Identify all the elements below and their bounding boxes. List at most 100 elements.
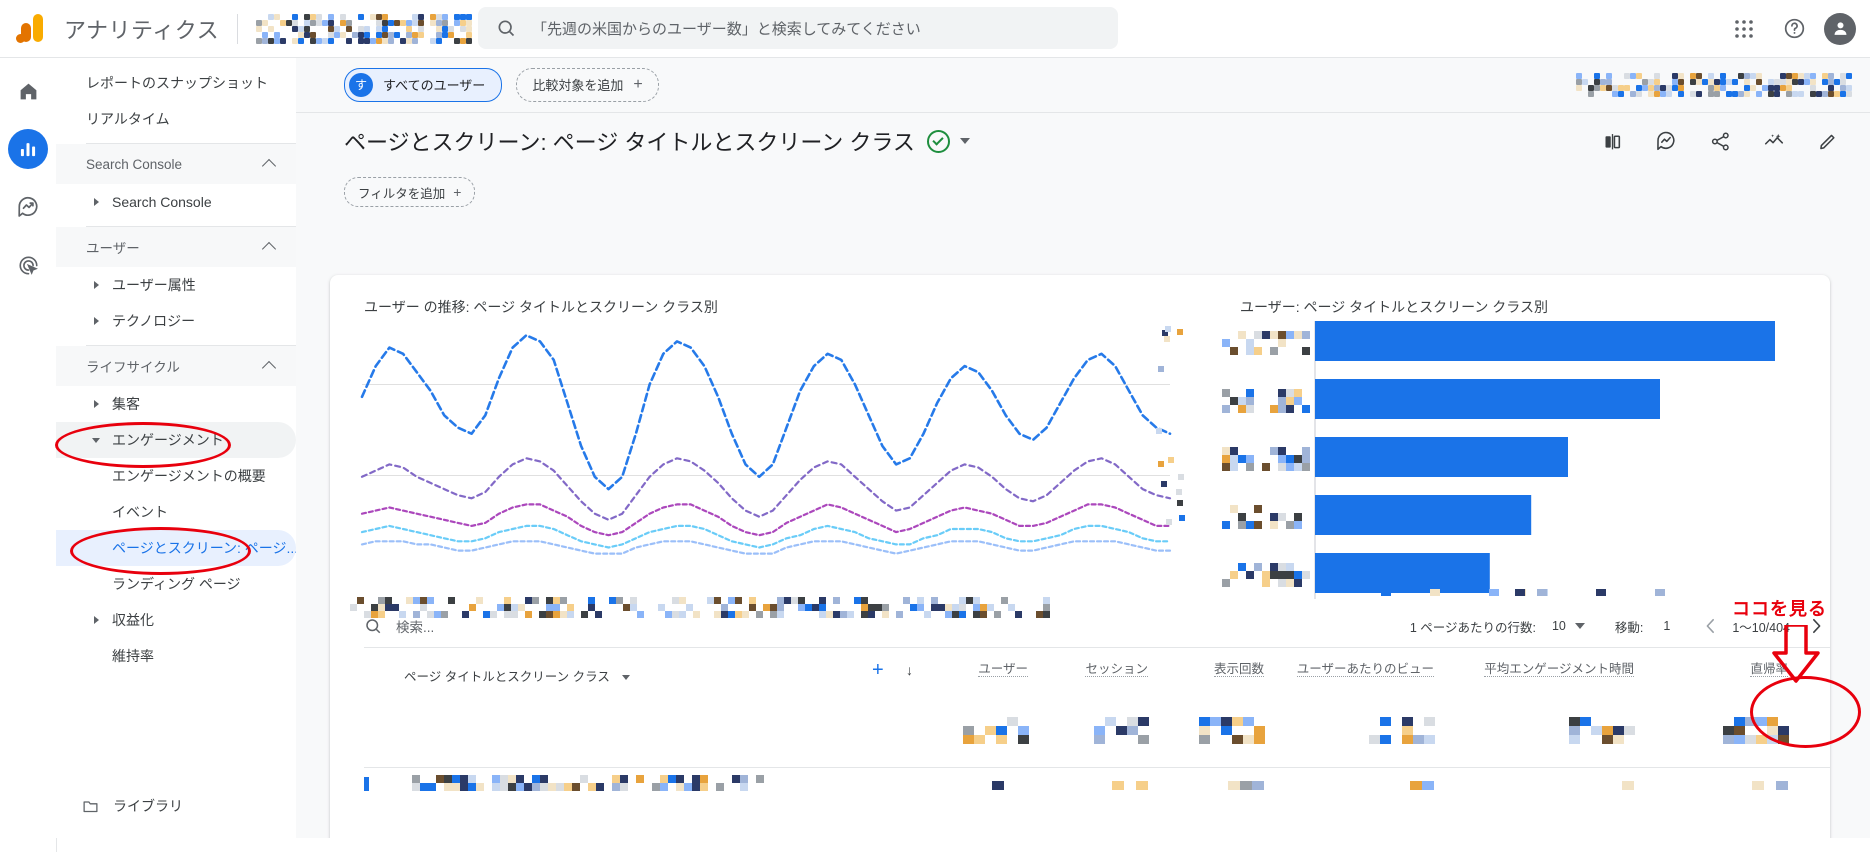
ga-reports-page: アナリティクス 「先週の米国からのユーザー数」と検索してみてください レポートの…	[0, 0, 1870, 852]
add-comparison-label: 比較対象を追加	[532, 78, 624, 93]
column-header-dimension[interactable]: ページ タイトルとスクリーン クラス	[404, 669, 631, 686]
sidebar-section-label: Search Console	[86, 156, 183, 172]
line-chart[interactable]	[350, 317, 1190, 607]
sidebar-item-tech[interactable]: テクノロジー	[56, 303, 296, 339]
annotation-ellipse-engagement	[55, 422, 231, 468]
column-header-views[interactable]: 表示回数	[1160, 661, 1264, 678]
add-filter-button[interactable]: フィルタを追加 +	[344, 177, 476, 207]
sidebar-item-search-console[interactable]: Search Console	[56, 184, 296, 220]
sidebar-item-label: ユーザー属性	[112, 277, 196, 293]
chevron-down-icon	[622, 675, 631, 681]
report-card: ユーザー の推移: ページ タイトルとスクリーン クラス別 ユーザー: ページ …	[330, 275, 1830, 838]
sidebar-section-lifecycle[interactable]: ライフサイクル	[56, 346, 296, 386]
table-row-divider	[364, 767, 1830, 768]
segment-avatar: す	[349, 72, 373, 97]
page-title: ページとスクリーン: ページ タイトルとスクリーン クラス	[344, 130, 915, 155]
brand-title: アナリティクス	[64, 17, 220, 43]
sidebar-item-label: Search Console	[112, 194, 212, 210]
page-title-chevron-down-icon[interactable]	[959, 138, 970, 144]
table-search-input[interactable]: 検索...	[396, 616, 434, 636]
column-header-users[interactable]: ↓ ユーザー	[906, 661, 1028, 678]
sidebar-item-label: レポートのスナップショット	[86, 75, 268, 91]
home-icon	[20, 83, 36, 99]
avatar[interactable]	[1824, 12, 1856, 45]
segment-chip-all-users[interactable]: す すべてのユーザー	[344, 67, 503, 102]
annotation-text-koko-wo-miru: ココを見る	[1732, 599, 1827, 619]
sidebar-item-label: 集客	[112, 396, 140, 412]
column-header-views-per-user[interactable]: ユーザーあたりのビュー	[1276, 661, 1434, 678]
line-chart-title: ユーザー の推移: ページ タイトルとスクリーン クラス別	[364, 299, 718, 315]
chevron-up-icon	[261, 241, 277, 257]
edit-pencil-icon[interactable]	[1808, 121, 1848, 161]
table-rows-redacted[interactable]	[364, 709, 1830, 838]
sidebar-item-library[interactable]: ライブラリ	[56, 788, 296, 824]
explore-icon	[18, 196, 38, 217]
sidebar-item-retention[interactable]: 維持率	[56, 638, 296, 674]
search-icon	[366, 619, 381, 634]
property-name-redacted[interactable]	[256, 13, 473, 44]
advertising-icon	[18, 255, 38, 275]
sidebar-section-users[interactable]: ユーザー	[56, 227, 296, 267]
sidebar-item-label: ライブラリ	[113, 798, 183, 814]
chevron-left-icon	[1706, 618, 1714, 634]
segment-chip-label: すべてのユーザー	[383, 78, 486, 93]
sidebar-item-demographics[interactable]: ユーザー属性	[56, 267, 296, 303]
search-icon	[498, 20, 515, 37]
report-actions	[1592, 121, 1848, 161]
add-column-button[interactable]: +	[872, 659, 884, 682]
top-bar-actions	[1724, 0, 1856, 57]
help-circle-icon[interactable]	[1774, 9, 1814, 49]
rail-item-home[interactable]	[8, 71, 48, 111]
compare-icon[interactable]	[1592, 121, 1632, 161]
analytics-logo-icon	[14, 12, 48, 46]
share-icon[interactable]	[1700, 121, 1740, 161]
sidebar-item-acquisition[interactable]: 集客	[56, 386, 296, 422]
rail-item-advertising[interactable]	[8, 245, 48, 285]
add-comparison-button[interactable]: 比較対象を追加 +	[516, 67, 659, 102]
plus-icon: +	[633, 75, 643, 93]
rail-item-reports[interactable]	[8, 129, 48, 169]
date-range-redacted	[1576, 72, 1852, 97]
insights-icon[interactable]	[1646, 121, 1686, 161]
sidebar-item-events[interactable]: イベント	[56, 494, 296, 530]
chevron-up-icon	[261, 158, 277, 174]
sort-arrow-icon: ↓	[906, 662, 913, 678]
sidebar-footer: ライブラリ	[56, 788, 296, 824]
sidebar-item-label: リアルタイム	[86, 111, 170, 127]
date-range-picker[interactable]	[1576, 72, 1852, 97]
sidebar-item-report-snapshot[interactable]: レポートのスナップショット	[56, 65, 296, 101]
add-filter-label: フィルタを追加	[358, 186, 446, 201]
segment-chip-row: す すべてのユーザー 比較対象を追加 +	[296, 57, 1870, 112]
prev-page-button[interactable]	[1696, 612, 1724, 640]
rows-per-page-label: 1 ページあたりの行数:	[1409, 620, 1536, 635]
sidebar-section-search-console[interactable]: Search Console	[56, 144, 296, 184]
sidebar-item-label: 維持率	[112, 648, 154, 664]
bar-chart[interactable]	[1210, 317, 1830, 607]
sidebar-section-label: ライフサイクル	[86, 360, 180, 375]
sidebar-item-monetization[interactable]: 収益化	[56, 602, 296, 638]
table-toolbar: 検索... 1 ページあたりの行数: 10 移動: 1 1〜10/404	[364, 607, 1830, 645]
expand-triangle-icon	[94, 281, 99, 289]
column-header-avg-engagement-time[interactable]: 平均エンゲージメント時間	[1454, 661, 1634, 678]
column-header-bounce-rate[interactable]: 直帰率	[1664, 661, 1788, 678]
analysis-icon[interactable]	[1754, 121, 1794, 161]
expand-triangle-icon	[94, 616, 99, 624]
plus-icon: +	[453, 184, 462, 200]
filter-row: フィルタを追加 +	[296, 169, 1870, 215]
column-header-sessions[interactable]: セッション	[1042, 661, 1148, 678]
search-input[interactable]: 「先週の米国からのユーザー数」と検索してみてください	[478, 7, 1118, 49]
rows-per-page-select[interactable]: 10	[1552, 619, 1585, 633]
apps-grid-icon[interactable]	[1724, 9, 1764, 49]
chevron-up-icon	[261, 360, 277, 376]
sidebar-item-realtime[interactable]: リアルタイム	[56, 101, 296, 137]
library-icon	[83, 800, 98, 812]
goto-value[interactable]: 1	[1663, 619, 1670, 633]
sidebar-item-label: テクノロジー	[112, 313, 196, 329]
table-header: ページ タイトルとスクリーン クラス + ↓ ユーザー セッション 表示回数 ユ…	[364, 647, 1830, 709]
top-bar: アナリティクス 「先週の米国からのユーザー数」と検索してみてください	[0, 0, 1870, 58]
sidebar-item-label: イベント	[112, 504, 168, 520]
page-title-row: ページとスクリーン: ページ タイトルとスクリーン クラス	[296, 113, 1870, 169]
rail-item-explore[interactable]	[8, 187, 48, 227]
annotation-ellipse-bounce-rate	[1750, 676, 1861, 748]
sidebar-item-label: エンゲージメントの概要	[112, 468, 266, 484]
